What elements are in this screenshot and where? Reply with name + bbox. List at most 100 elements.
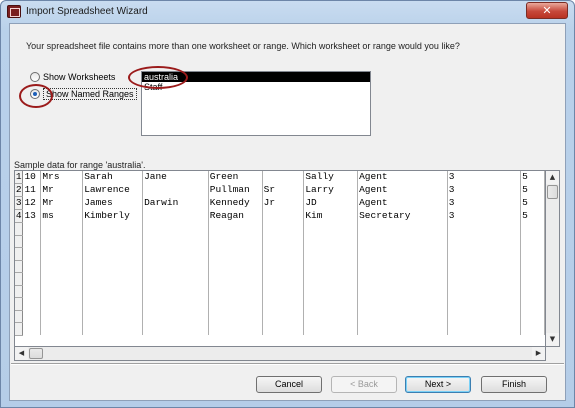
wizard-prompt: Your spreadsheet file contains more than… [26,41,460,51]
table-cell [82,272,144,285]
vertical-scroll-thumb[interactable] [547,185,558,199]
close-icon[interactable]: ✕ [526,2,568,19]
row-number-cell [15,285,24,298]
table-cell [208,272,263,285]
sample-data-grid[interactable]: 1 10 Mrs Sarah Jane Green Sally Agent 3 5 2 11 Mr Law… [14,170,546,347]
empty-table-row [15,285,545,298]
show-named-ranges-label[interactable]: Show Named Ranges [43,88,137,100]
table-cell: Lawrence [82,183,144,197]
table-cell [520,272,545,285]
table-cell [142,285,209,298]
table-cell [82,297,144,310]
finish-button[interactable]: Finish [481,376,547,393]
table-cell [303,222,359,235]
row-number-cell: 4 [15,209,24,223]
sample-data-label: Sample data for range 'australia'. [14,160,146,170]
table-cell [22,310,42,323]
table-cell: 10 [22,171,42,184]
table-cell [303,297,359,310]
cancel-button[interactable]: Cancel [256,376,322,393]
table-cell [303,272,359,285]
table-cell [208,247,263,260]
show-worksheets-option[interactable]: Show Worksheets [30,72,115,82]
table-cell [357,272,448,285]
empty-table-row [15,235,545,248]
table-cell [40,235,84,248]
row-number-cell [15,310,24,323]
table-cell [520,310,545,323]
chevron-left-icon[interactable]: ◀ [15,347,28,360]
table-cell: 11 [22,183,42,197]
empty-table-row [15,272,545,286]
table-cell [82,285,144,298]
table-cell [22,272,42,285]
table-cell [447,285,522,298]
table-cell [262,285,305,298]
table-cell: James [82,196,144,210]
table-cell [262,247,305,260]
table-cell: 5 [520,171,545,184]
table-cell: Kennedy [208,196,263,210]
table-cell: 5 [520,183,545,197]
table-cell: Darwin [142,196,209,210]
row-number-cell: 3 [15,196,24,210]
table-cell [262,222,305,235]
table-cell [22,235,42,248]
table-cell [22,222,42,235]
back-button[interactable]: < Back [331,376,397,393]
table-cell [520,247,545,260]
table-cell: JD [303,196,359,210]
table-cell [520,285,545,298]
horizontal-scroll-thumb[interactable] [29,348,43,359]
table-cell [520,222,545,235]
table-cell: Agent [357,183,448,197]
table-row: 4 13 ms Kimberly Reagan Kim Secretary 3 5 [15,209,545,223]
table-cell [82,222,144,235]
chevron-down-icon[interactable]: ▼ [546,333,559,346]
table-cell [142,183,209,197]
table-cell: Kim [303,209,359,223]
table-cell [142,247,209,260]
empty-table-row [15,260,545,273]
row-number-cell [15,260,24,273]
table-cell [262,235,305,248]
table-cell [447,322,522,335]
table-cell: Mrs [40,171,84,184]
table-cell [40,310,84,323]
table-cell [447,310,522,323]
next-button[interactable]: Next > [405,376,471,393]
table-cell [142,222,209,235]
table-cell [262,260,305,273]
show-worksheets-label[interactable]: Show Worksheets [43,72,115,82]
table-cell [208,235,263,248]
table-cell [142,272,209,285]
table-cell [82,247,144,260]
empty-table-row [15,297,545,311]
chevron-up-icon[interactable]: ▲ [546,171,559,184]
vertical-scrollbar[interactable]: ▲ ▼ [546,170,560,347]
table-cell: 5 [520,209,545,223]
title-bar[interactable]: Import Spreadsheet Wizard ✕ [1,1,574,23]
wizard-body: Your spreadsheet file contains more than… [9,23,566,401]
chevron-right-icon[interactable]: ▶ [532,347,545,360]
table-cell [22,297,42,310]
row-number-cell: 1 [15,171,24,184]
table-cell: Sarah [82,171,144,184]
table-cell [262,297,305,310]
row-number-cell [15,222,24,236]
table-cell [142,209,209,223]
table-cell [262,209,305,223]
table-cell [40,260,84,273]
sample-data-table: 1 10 Mrs Sarah Jane Green Sally Agent 3 5 2 11 Mr Law… [15,171,545,336]
table-cell [40,272,84,285]
table-cell [142,297,209,310]
show-worksheets-radio[interactable] [30,72,40,82]
horizontal-scrollbar[interactable]: ◀ ▶ [14,347,546,361]
table-cell [357,297,448,310]
table-cell [82,322,144,335]
row-number-cell [15,247,24,261]
table-cell [303,285,359,298]
table-cell [82,310,144,323]
table-cell [357,322,448,335]
table-cell [208,297,263,310]
